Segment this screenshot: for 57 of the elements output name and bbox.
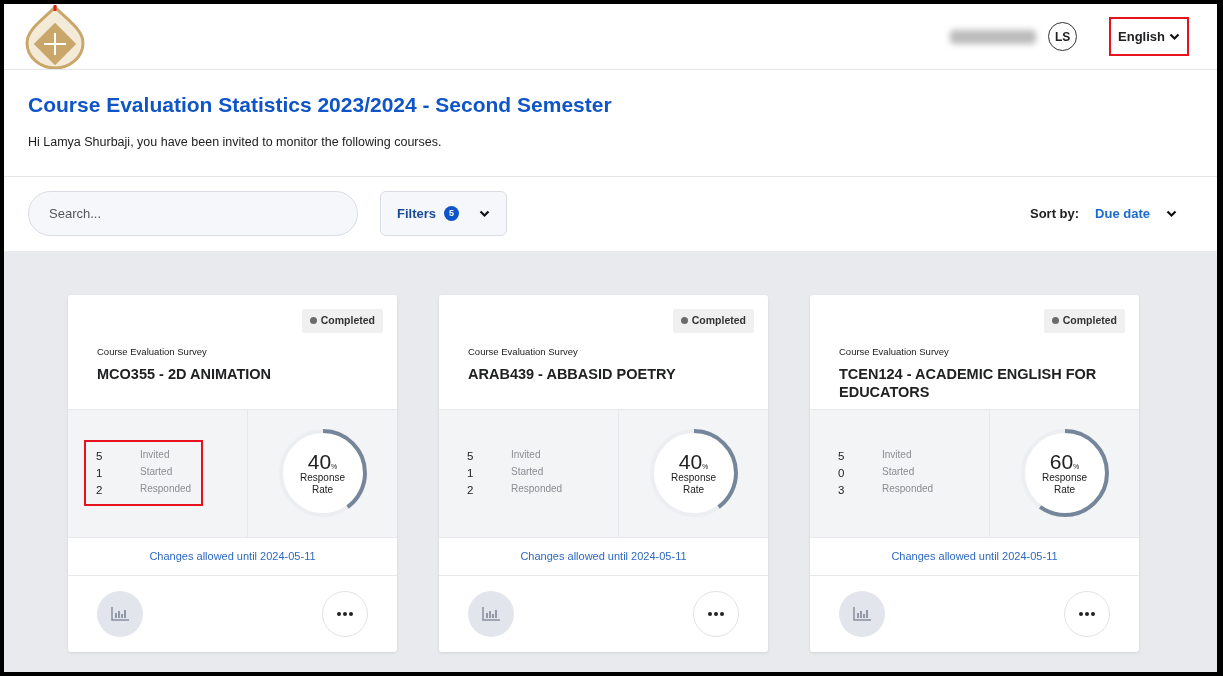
chevron-down-icon: [479, 209, 490, 218]
stat-label: Responded: [882, 481, 934, 496]
stat-value: 0: [838, 466, 846, 482]
stat-value: 1: [96, 466, 104, 482]
survey-type: Course Evaluation Survey: [839, 344, 950, 359]
response-rate-label: Response Rate: [670, 471, 717, 496]
changes-deadline-link[interactable]: Changes allowed until 2024-05-11: [520, 548, 687, 565]
more-options-button[interactable]: [322, 590, 368, 637]
language-dropdown[interactable]: English: [1109, 16, 1189, 57]
stat-label: Invited: [511, 448, 542, 463]
filter-count-badge: 5: [444, 206, 459, 222]
course-title: TCEN124 - ACADEMIC ENGLISH FOR EDUCATORS: [839, 364, 1098, 402]
stat-value: 2: [96, 482, 104, 498]
response-rate-label: Response Rate: [299, 471, 346, 496]
stat-label: Started: [882, 465, 916, 480]
course-title: MCO355 - 2D ANIMATION: [97, 364, 272, 384]
status-badge: Completed: [301, 308, 383, 333]
stat-value: 5: [467, 449, 475, 465]
bar-chart-icon: [111, 606, 129, 621]
stat-label: Invited: [882, 448, 913, 463]
survey-type: Course Evaluation Survey: [97, 344, 208, 359]
stat-value: 5: [96, 449, 104, 465]
stat-label: Started: [511, 465, 545, 480]
stat-value: 3: [838, 482, 846, 498]
university-logo: [24, 4, 86, 69]
survey-type: Course Evaluation Survey: [468, 344, 579, 359]
sort-label: Sort by:: [1029, 205, 1080, 224]
bar-chart-icon: [853, 606, 871, 621]
greeting-text: Hi Lamya Shurbaji, you have been invited to monitor the following courses.: [28, 134, 443, 152]
changes-deadline-link[interactable]: Changes allowed until 2024-05-11: [149, 548, 316, 565]
statistics-button[interactable]: [97, 590, 143, 637]
stat-label: Responded: [511, 481, 563, 496]
status-badge: Completed: [672, 308, 754, 333]
stat-value: 5: [838, 449, 846, 465]
sort-dropdown[interactable]: Due date: [1095, 204, 1177, 224]
more-icon: [1079, 611, 1095, 616]
more-icon: [337, 611, 353, 616]
stat-label: Started: [140, 465, 174, 480]
stat-label: Invited: [140, 448, 171, 463]
response-rate-label: Response Rate: [1041, 471, 1088, 496]
statistics-button[interactable]: [468, 590, 514, 637]
changes-deadline-link[interactable]: Changes allowed until 2024-05-11: [891, 548, 1058, 565]
page-title: Course Evaluation Statistics 2023/2024 - Second Semester: [28, 92, 613, 118]
chevron-down-icon: [1169, 32, 1180, 41]
bar-chart-icon: [482, 606, 500, 621]
statistics-button[interactable]: [839, 590, 885, 637]
chevron-down-icon: [1166, 209, 1177, 218]
status-badge: Completed: [1043, 308, 1125, 333]
search-field[interactable]: Search...: [28, 191, 358, 237]
more-options-button[interactable]: [1064, 590, 1110, 637]
stat-value: 2: [467, 482, 475, 498]
stat-label: Responded: [140, 481, 192, 496]
course-title: ARAB439 - ABBASID POETRY: [468, 364, 677, 384]
stat-value: 1: [467, 466, 475, 482]
filters-button[interactable]: Filters 5: [380, 191, 507, 237]
more-icon: [708, 611, 724, 616]
more-options-button[interactable]: [693, 590, 739, 637]
